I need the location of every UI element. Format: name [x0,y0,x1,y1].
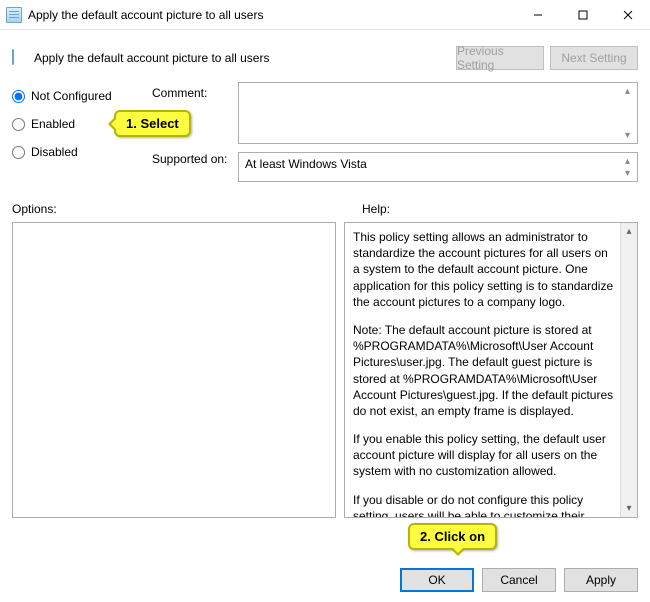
supported-on-text: At least Windows Vista [245,157,367,171]
policy-icon [12,50,28,66]
comment-textarea[interactable]: ▴ ▾ [238,82,638,144]
close-button[interactable] [605,0,650,30]
radio-not-configured[interactable]: Not Configured [12,82,152,110]
minimize-button[interactable] [515,0,560,30]
titlebar: Apply the default account picture to all… [0,0,650,30]
supported-on-field: At least Windows Vista ▴ ▾ [238,152,638,182]
maximize-button[interactable] [560,0,605,30]
options-pane [12,222,336,518]
next-setting-button[interactable]: Next Setting [550,46,638,70]
radio-label: Not Configured [31,89,112,103]
supported-label: Supported on: [152,152,238,180]
radio-disabled[interactable]: Disabled [12,138,152,166]
app-icon [6,7,22,23]
help-paragraph: If you disable or do not configure this … [353,492,615,518]
scroll-up-icon[interactable]: ▴ [621,223,637,240]
apply-button[interactable]: Apply [564,568,638,592]
scroll-down-icon[interactable]: ▾ [620,128,635,142]
scroll-down-icon: ▾ [620,166,635,180]
help-paragraph: This policy setting allows an administra… [353,229,615,310]
cancel-button[interactable]: Cancel [482,568,556,592]
ok-button[interactable]: OK [400,568,474,592]
callout-click-on: 2. Click on [408,523,497,550]
scroll-up-icon[interactable]: ▴ [620,84,635,98]
policy-title: Apply the default account picture to all… [34,51,450,65]
options-label: Options: [12,202,362,216]
callout-select: 1. Select [114,110,191,137]
window-title: Apply the default account picture to all… [28,8,515,22]
radio-enabled-input[interactable] [12,118,25,131]
help-paragraph: Note: The default account picture is sto… [353,322,615,419]
radio-label: Disabled [31,145,78,159]
radio-label: Enabled [31,117,75,131]
help-pane: This policy setting allows an administra… [344,222,638,518]
dialog-buttons: OK Cancel Apply [400,568,638,592]
previous-setting-button[interactable]: Previous Setting [456,46,544,70]
help-label: Help: [362,202,390,216]
header: Apply the default account picture to all… [12,38,638,78]
scroll-down-icon[interactable]: ▾ [621,500,637,517]
help-paragraph: If you enable this policy setting, the d… [353,431,615,480]
radio-not-configured-input[interactable] [12,90,25,103]
radio-disabled-input[interactable] [12,146,25,159]
help-scrollbar[interactable]: ▴ ▾ [620,223,637,517]
